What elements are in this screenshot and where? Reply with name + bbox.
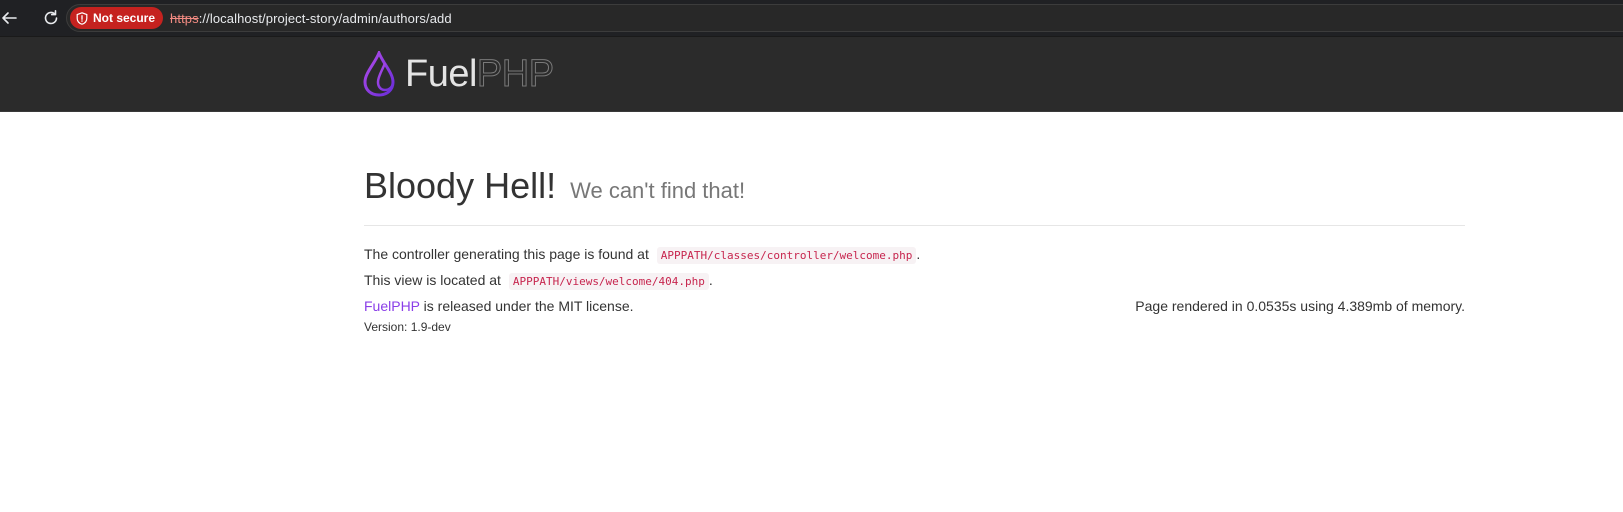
browser-toolbar: Not secure https://localhost/project-sto… <box>0 0 1623 36</box>
view-info: This view is located at APPPATH/views/we… <box>364 272 1465 290</box>
main-content: Bloody Hell! We can't find that! The con… <box>364 165 1465 334</box>
logo-wordmark: FuelPHP <box>405 53 555 95</box>
footer-row: FuelPHP is released under the MIT licens… <box>364 298 1465 314</box>
controller-text: The controller generating this page is f… <box>364 246 649 262</box>
title-text: Bloody Hell! <box>364 165 557 206</box>
fuelphp-logo: FuelPHP <box>363 51 555 97</box>
url-path: ://localhost/project-story/admin/authors… <box>198 10 452 26</box>
site-header: FuelPHP <box>0 36 1623 112</box>
logo-php-text: PHP <box>476 53 554 95</box>
security-chip[interactable]: Not secure <box>70 7 164 29</box>
page-subtitle: We can't find that! <box>570 178 746 203</box>
license-text: is released under the MIT license. <box>423 298 634 314</box>
view-period: . <box>708 272 713 288</box>
controller-info: The controller generating this page is f… <box>364 246 1465 264</box>
reload-icon <box>44 10 58 25</box>
shield-warning-icon <box>76 11 88 25</box>
url-scheme: https <box>170 10 199 26</box>
page-title: Bloody Hell! We can't find that! <box>364 165 1465 226</box>
url-text[interactable]: https://localhost/project-story/admin/au… <box>170 11 452 26</box>
security-label: Not secure <box>93 11 156 25</box>
version-label: Version: 1.9-dev <box>364 320 451 334</box>
address-bar[interactable]: Not secure https://localhost/project-sto… <box>66 4 1623 32</box>
back-arrow-icon <box>2 12 17 24</box>
license-info: FuelPHP is released under the MIT licens… <box>364 298 634 314</box>
back-button[interactable] <box>0 0 24 36</box>
view-path: APPPATH/views/welcome/404.php <box>508 273 709 290</box>
render-info: Page rendered in 0.0535s using 4.389mb o… <box>1135 298 1465 314</box>
view-text: This view is located at <box>364 272 501 288</box>
reload-button[interactable] <box>36 0 66 36</box>
controller-path: APPPATH/classes/controller/welcome.php <box>656 247 917 264</box>
logo-fuel-text: Fuel <box>405 53 477 95</box>
controller-period: . <box>916 246 921 262</box>
fuelphp-link[interactable]: FuelPHP <box>364 298 420 314</box>
flame-drop-icon <box>363 51 395 97</box>
